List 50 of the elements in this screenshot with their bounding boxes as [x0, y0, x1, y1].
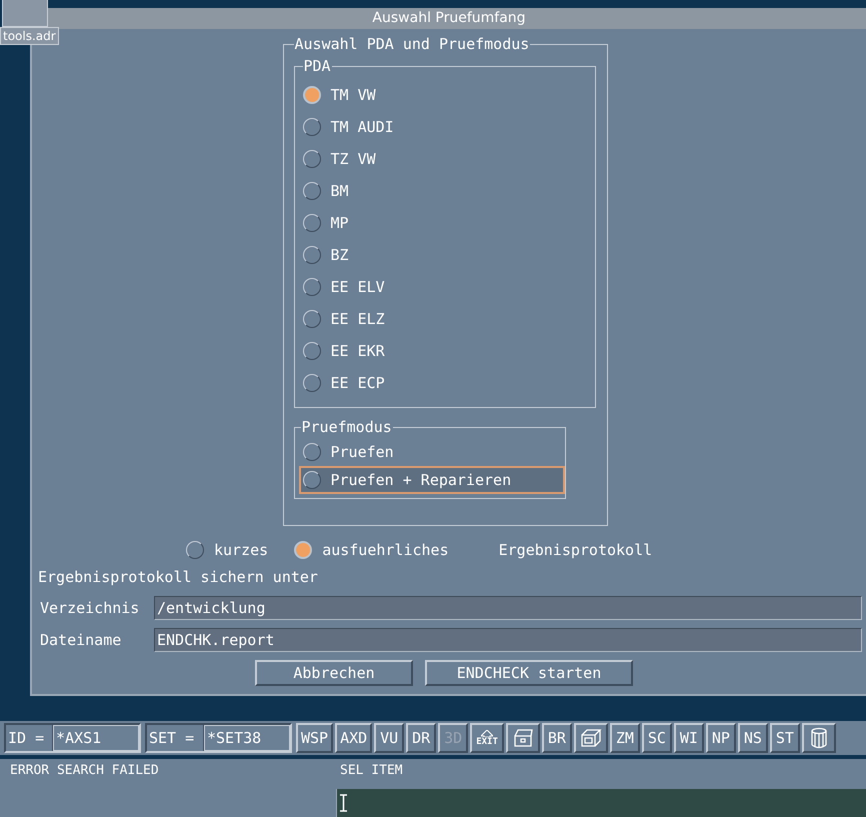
box-icon [580, 728, 602, 748]
up-arrow-icon [481, 730, 494, 736]
radio-option[interactable]: MP [302, 207, 590, 239]
radio-option[interactable]: EE ELV [302, 271, 590, 303]
icon-label[interactable]: tools.adr [0, 27, 59, 45]
toolbar-button[interactable]: WSP [296, 723, 334, 753]
dialog-button[interactable]: Abbrechen [255, 660, 413, 686]
exit-button[interactable]: EXIT [470, 723, 504, 753]
radio-option[interactable]: EE EKR [302, 335, 590, 367]
radio-option[interactable]: TM VW [302, 79, 590, 111]
radio-option[interactable]: Pruefen [300, 438, 564, 466]
radio-option[interactable]: BM [302, 175, 590, 207]
toolbar-icon-button[interactable] [802, 723, 836, 753]
dialog-button[interactable]: ENDCHECK starten [425, 660, 633, 686]
radio-option[interactable]: TM AUDI [302, 111, 590, 143]
toolbar-button[interactable]: SC [642, 723, 672, 753]
toolbar-icon-button[interactable] [506, 723, 540, 753]
toolbar-button[interactable]: BR [542, 723, 572, 753]
section-label: Ergebnisprotokoll sichern unter [38, 568, 319, 586]
text-field[interactable]: ENDCHK.report [154, 628, 862, 652]
group-title: Pruefmodus [300, 418, 393, 436]
radio-option[interactable]: TZ VW [302, 143, 590, 175]
field-label: Verzeichnis [40, 599, 140, 617]
text-field[interactable]: *SET38 [204, 725, 290, 751]
toolbar-button[interactable]: ST [770, 723, 800, 753]
text-field[interactable]: /entwicklung [154, 596, 862, 620]
field-label: Dateiname [40, 631, 122, 649]
radio-option[interactable]: ausfuehrliches [294, 534, 449, 566]
radio-option[interactable]: EE ELZ [302, 303, 590, 335]
protocol-label: Ergebnisprotokoll [498, 541, 652, 559]
radio-option[interactable]: kurzes [186, 534, 268, 566]
radio-option[interactable]: BZ [302, 239, 590, 271]
status-message: ERROR SEARCH FAILED [9, 763, 160, 780]
prompt-label: SEL ITEM [339, 763, 404, 780]
group-title: PDA [302, 57, 332, 75]
toolbar-button[interactable]: ZM [610, 723, 640, 753]
group-title: Auswahl PDA und Pruefmodus [294, 35, 530, 53]
toolbar-button[interactable]: NP [706, 723, 736, 753]
text-field[interactable]: *AXS1 [53, 725, 139, 751]
toolbar-button[interactable]: AXD [335, 723, 372, 753]
chest-icon [512, 728, 534, 748]
toolbar-icon-button[interactable] [574, 723, 608, 753]
radio-option[interactable]: EE ECP [302, 367, 590, 399]
text-cursor-icon [340, 794, 347, 812]
toolbar-button[interactable]: NS [738, 723, 768, 753]
toolbar-button[interactable]: VU [374, 723, 404, 753]
toolbar-button[interactable]: WI [674, 723, 704, 753]
toolbar-button[interactable]: DR [406, 723, 436, 753]
radio-option[interactable]: Pruefen + Reparieren [298, 466, 564, 494]
cylinder-icon [810, 727, 828, 749]
